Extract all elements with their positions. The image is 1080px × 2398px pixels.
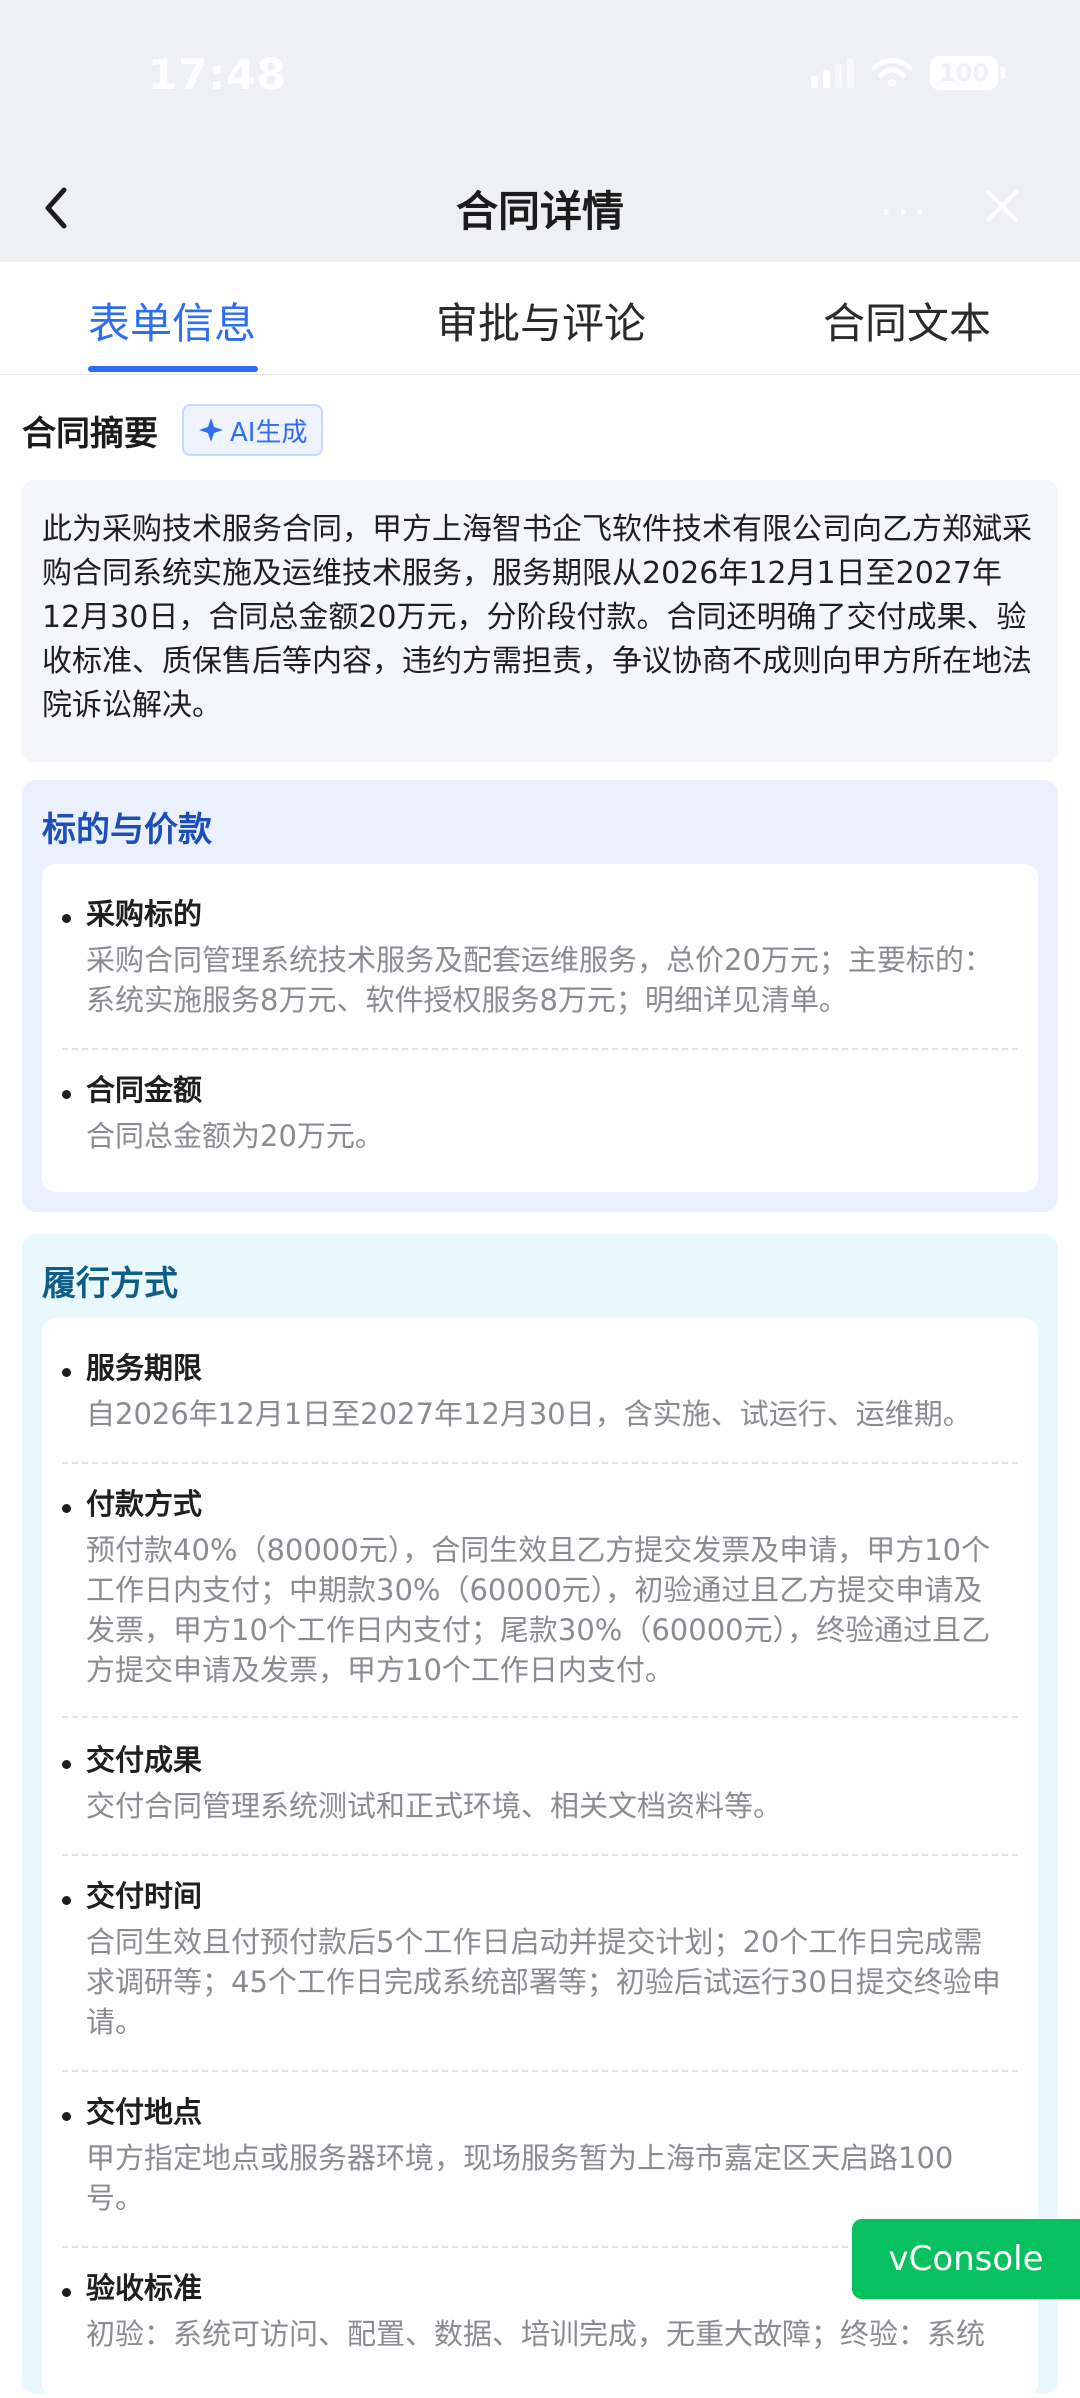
item-desc: 合同生效且付预付款后5个工作日启动并提交计划；20个工作日完成需求调研等；45个… <box>86 1925 1001 2039</box>
ai-generated-badge: AI生成 <box>182 404 324 456</box>
item-desc: 合同总金额为20万元。 <box>86 1119 384 1153</box>
tab-contract-text[interactable]: 合同文本 <box>823 290 991 351</box>
divider <box>62 1716 1018 1718</box>
item-name: 交付地点 <box>86 2095 203 2129</box>
section-title: 履行方式 <box>42 1264 178 1304</box>
item-name: 合同金额 <box>86 1073 203 1107</box>
item-name: 采购标的 <box>86 897 203 931</box>
section-subject-price: 标的与价款 采购标的 采购合同管理系统技术服务及配套运维服务，总价20万元；主要… <box>22 780 1058 1212</box>
divider <box>62 1462 1018 1464</box>
bullet-icon <box>62 1368 71 1377</box>
item-name: 交付成果 <box>86 1743 203 1777</box>
item-name: 交付时间 <box>86 1879 203 1913</box>
detail-sheet: 合同摘要 AI生成 此为采购技术服务合同，甲方上海智书企飞软件技术有限公司向乙方… <box>0 376 1080 2398</box>
divider <box>62 1048 1018 1050</box>
tab-bar: 表单信息 审批与评论 合同文本 <box>0 262 1080 375</box>
section-card: 采购标的 采购合同管理系统技术服务及配套运维服务，总价20万元；主要标的：系统实… <box>42 864 1038 1192</box>
status-time: 17:48 <box>148 50 287 99</box>
bullet-icon <box>62 1896 71 1905</box>
bullet-icon <box>62 914 71 923</box>
more-icon[interactable]: ··· <box>880 190 930 236</box>
summary-title: 合同摘要 <box>22 414 158 454</box>
top-bar: 17:48 100 合同详情 ··· <box>0 0 1080 262</box>
item-desc: 采购合同管理系统技术服务及配套运维服务，总价20万元；主要标的：系统实施服务8万… <box>86 943 993 1017</box>
bullet-icon <box>62 1504 71 1513</box>
bullet-icon <box>62 2112 71 2121</box>
item-name: 付款方式 <box>86 1487 203 1521</box>
close-icon[interactable] <box>982 186 1022 226</box>
section-title: 标的与价款 <box>42 810 212 850</box>
wifi-icon <box>872 58 912 87</box>
active-tab-indicator <box>88 366 258 372</box>
sparkle-icon <box>199 418 223 442</box>
item-desc: 自2026年12月1日至2027年12月30日，含实施、试运行、运维期。 <box>86 1397 972 1431</box>
item-desc: 预付款40%（80000元），合同生效且乙方提交发票及申请，甲方10个工作日内支… <box>86 1533 991 1687</box>
item-desc: 交付合同管理系统测试和正式环境、相关文档资料等。 <box>86 1789 783 1823</box>
bullet-icon <box>62 1760 71 1769</box>
ai-badge-label: AI生成 <box>230 417 308 448</box>
tab-form-info[interactable]: 表单信息 <box>88 290 256 351</box>
item-desc: 甲方指定地点或服务器环境，现场服务暂为上海市嘉定区天启路100号。 <box>86 2141 954 2215</box>
item-desc: 初验：系统可访问、配置、数据、培训完成，无重大故障；终验：系统 <box>86 2317 986 2351</box>
divider <box>62 2070 1018 2072</box>
bullet-icon <box>62 1090 71 1099</box>
tab-approval-comments[interactable]: 审批与评论 <box>436 290 646 351</box>
vconsole-button[interactable]: vConsole <box>852 2219 1080 2299</box>
status-icons: 100 <box>811 56 1005 90</box>
summary-text: 此为采购技术服务合同，甲方上海智书企飞软件技术有限公司向乙方郑斌采购合同系统实施… <box>22 480 1058 762</box>
signal-icon <box>811 58 854 88</box>
item-name: 服务期限 <box>86 1351 203 1385</box>
battery-icon: 100 <box>930 56 1005 90</box>
content-area[interactable]: 合同摘要 AI生成 此为采购技术服务合同，甲方上海智书企飞软件技术有限公司向乙方… <box>0 376 1080 2398</box>
bullet-icon <box>62 2288 71 2297</box>
divider <box>62 1854 1018 1856</box>
item-name: 验收标准 <box>86 2271 203 2305</box>
